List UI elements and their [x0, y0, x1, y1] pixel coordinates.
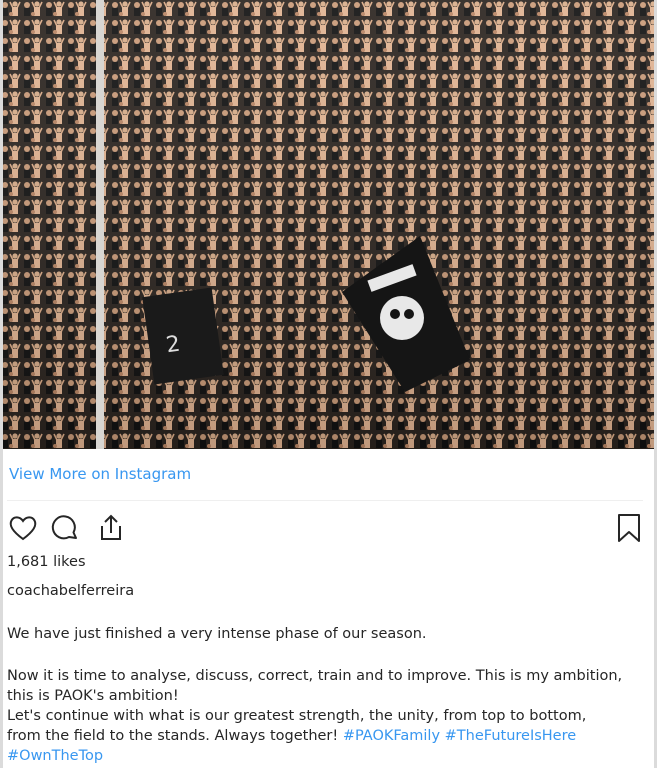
- caption-line: We have just finished a very intense pha…: [7, 626, 427, 642]
- hashtag-link[interactable]: #TheFutureIsHere: [445, 728, 577, 744]
- caption-line: Now it is time to analyse, discuss, corr…: [7, 668, 623, 684]
- caption-line: this is PAOK's ambition!: [7, 688, 179, 704]
- stadium-pole: [96, 0, 104, 449]
- hashtag-link[interactable]: #OwnTheTop: [7, 748, 103, 764]
- view-more-link[interactable]: View More on Instagram: [9, 465, 191, 483]
- heart-icon[interactable]: [6, 511, 40, 545]
- caption-line: from the field to the stands. Always tog…: [7, 726, 647, 746]
- embed-border-left: [0, 0, 3, 768]
- caption-line: Let's continue with what is our greatest…: [7, 708, 587, 724]
- divider: [7, 500, 643, 501]
- comment-icon[interactable]: [48, 511, 82, 545]
- post-caption: We have just finished a very intense pha…: [7, 624, 647, 766]
- crowd-photo: 2: [0, 0, 657, 449]
- hashtag-link[interactable]: #PAOKFamily: [343, 728, 440, 744]
- flag-left: 2: [142, 287, 224, 385]
- caption-text: from the field to the stands. Always tog…: [7, 728, 343, 744]
- likes-count[interactable]: 1,681 likes: [7, 554, 86, 570]
- username[interactable]: coachabelferreira: [7, 583, 134, 599]
- caption-line: #OwnTheTop: [7, 746, 647, 766]
- post-image[interactable]: 2: [0, 0, 657, 449]
- bookmark-icon[interactable]: [612, 511, 646, 545]
- share-icon[interactable]: [93, 511, 127, 545]
